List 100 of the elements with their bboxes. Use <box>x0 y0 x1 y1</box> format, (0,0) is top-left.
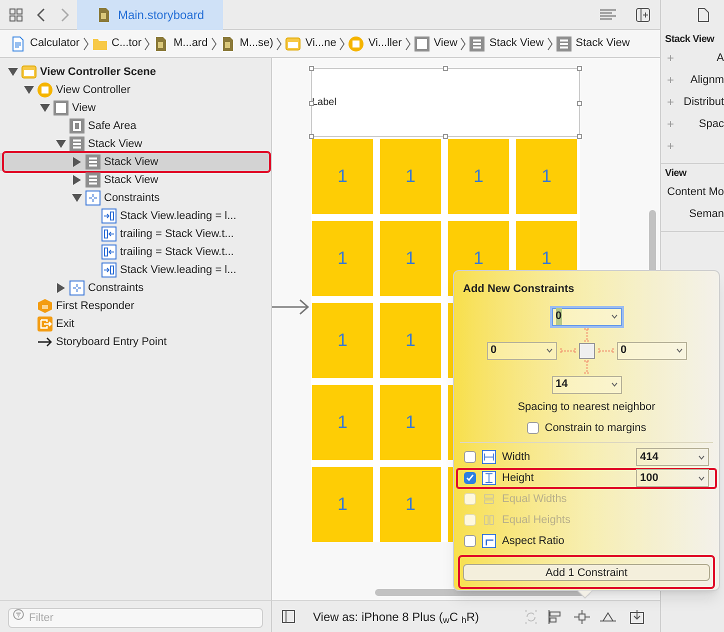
file-icon[interactable] <box>698 8 709 22</box>
outline-row[interactable]: Exit <box>0 315 271 333</box>
aspect-ratio-icon <box>482 534 496 548</box>
constraint-label: Equal Widths <box>502 492 567 507</box>
expanded-triangle-icon[interactable] <box>24 85 34 95</box>
add-constraint-button[interactable]: Add 1 Constraint <box>463 564 710 580</box>
grid-icon[interactable] <box>9 8 23 22</box>
breadcrumb-item[interactable]: Stack View <box>469 35 544 52</box>
safe-area-icon <box>69 118 85 134</box>
exit-icon <box>37 316 53 332</box>
resize-handle[interactable] <box>443 134 448 139</box>
resolve-icon[interactable] <box>600 610 616 624</box>
outline-row[interactable]: Stack View <box>0 135 271 153</box>
pin-icon[interactable] <box>574 610 590 624</box>
resize-handle[interactable] <box>309 66 314 71</box>
chevron-icon <box>339 36 346 50</box>
align-icon[interactable] <box>548 610 562 624</box>
breadcrumb-item[interactable]: M...ard <box>153 35 208 52</box>
outline-row[interactable]: Safe Area <box>0 117 271 135</box>
outline-row[interactable]: Stack View.leading = l... <box>0 207 271 225</box>
resize-handle[interactable] <box>577 66 582 71</box>
outline-row[interactable]: Constraints <box>0 189 271 207</box>
outline-row[interactable]: Stack View.leading = l... <box>0 261 271 279</box>
entry-arrow <box>272 298 310 316</box>
collapsed-triangle-icon[interactable] <box>72 175 82 185</box>
resize-handle[interactable] <box>309 134 314 139</box>
editor-tab[interactable]: Main.storyboard <box>77 0 223 30</box>
spacing-caption: Spacing to nearest neighbor <box>516 400 656 414</box>
outline-row[interactable]: First Responder <box>0 297 271 315</box>
outline-row[interactable]: Constraints <box>0 279 271 297</box>
constraint-icon <box>101 244 117 260</box>
grid-cell: 1 <box>312 221 373 296</box>
grid-cell: 1 <box>516 139 577 214</box>
filter-icon <box>13 608 24 620</box>
expanded-triangle-icon[interactable] <box>72 193 82 203</box>
checkbox[interactable] <box>526 422 539 434</box>
spacing-strut-icon <box>582 328 590 342</box>
outline-row[interactable]: View Controller Scene <box>0 63 271 81</box>
add-editor-icon[interactable] <box>636 8 650 22</box>
outline-row[interactable]: View <box>0 99 271 117</box>
resize-handle[interactable] <box>577 101 582 106</box>
expanded-triangle-icon[interactable] <box>56 139 66 149</box>
checkbox[interactable] <box>464 451 476 463</box>
chevron-down-icon <box>698 454 705 460</box>
chevron-icon <box>210 36 217 50</box>
outline-row[interactable]: Stack View <box>0 171 271 189</box>
grid-cell: 1 <box>312 139 373 214</box>
breadcrumb-item[interactable]: Vi...ne <box>285 35 336 52</box>
controller-icon <box>37 82 53 98</box>
expanded-triangle-icon[interactable] <box>40 103 50 113</box>
constant-field[interactable]: 414 <box>636 448 709 466</box>
grid-cell: 1 <box>312 467 373 542</box>
constraints-icon <box>69 280 85 296</box>
breadcrumb-item[interactable]: Stack View <box>556 35 630 52</box>
resize-handle[interactable] <box>443 66 448 71</box>
spacing-field[interactable]: 14 <box>552 376 622 394</box>
outline-row[interactable]: trailing = Stack View.t... <box>0 243 271 261</box>
property-label: Alignm <box>690 72 724 88</box>
constant-field[interactable]: 100 <box>636 469 709 487</box>
spacing-strut-icon <box>598 346 614 354</box>
expanded-triangle-icon[interactable] <box>8 67 18 77</box>
width-icon <box>482 450 496 464</box>
spacing-strut-icon <box>582 360 590 374</box>
collapsed-triangle-icon[interactable] <box>72 157 82 167</box>
grid-cell: 1 <box>380 303 441 378</box>
resize-handle[interactable] <box>577 134 582 139</box>
embed-icon[interactable] <box>630 610 644 624</box>
chevron-down-icon <box>610 314 618 319</box>
collapsed-triangle-icon[interactable] <box>56 283 66 293</box>
sidebar-icon[interactable] <box>282 610 295 623</box>
filter-field[interactable]: Filter <box>8 608 263 628</box>
constraint-icon <box>101 262 117 278</box>
spacing-field[interactable]: 0 <box>616 342 686 360</box>
breadcrumb-item[interactable]: C...tor <box>92 35 142 52</box>
grid-cell: 1 <box>380 221 441 296</box>
outline-row[interactable]: Stack View <box>0 153 271 171</box>
resize-handle[interactable] <box>309 101 314 106</box>
breadcrumb-item[interactable]: View <box>414 35 458 52</box>
equal-heights-icon <box>482 513 496 527</box>
chevron-icon <box>404 36 411 50</box>
outline-row[interactable]: View Controller <box>0 81 271 99</box>
outline-row[interactable]: trailing = Stack View.t... <box>0 225 271 243</box>
back-icon[interactable] <box>37 8 45 22</box>
lines-icon[interactable] <box>600 8 616 20</box>
spacing-field[interactable]: 0 <box>552 308 622 326</box>
breadcrumb-item[interactable]: Calculator <box>10 35 80 52</box>
margins-option[interactable]: Constrain to margins <box>460 420 713 442</box>
view-as-label[interactable]: View as: iPhone 8 Plus ($_{w}$C $_{h}$R) <box>313 608 480 626</box>
breadcrumb-item[interactable]: M...se) <box>220 35 274 52</box>
chevron-down-icon <box>698 476 705 480</box>
checkbox[interactable] <box>464 472 476 484</box>
checkbox[interactable] <box>464 535 476 547</box>
property-label: A <box>716 50 724 66</box>
document-icon <box>10 36 26 52</box>
constraint-label: Aspect Ratio <box>502 534 564 549</box>
section-title: Stack View <box>664 33 716 47</box>
breadcrumb-item[interactable]: Vi...ller <box>348 35 402 52</box>
outline-row[interactable]: Storyboard Entry Point <box>0 333 271 351</box>
constraint-label: Equal Heights <box>502 512 570 528</box>
spacing-field[interactable]: 0 <box>486 342 556 360</box>
